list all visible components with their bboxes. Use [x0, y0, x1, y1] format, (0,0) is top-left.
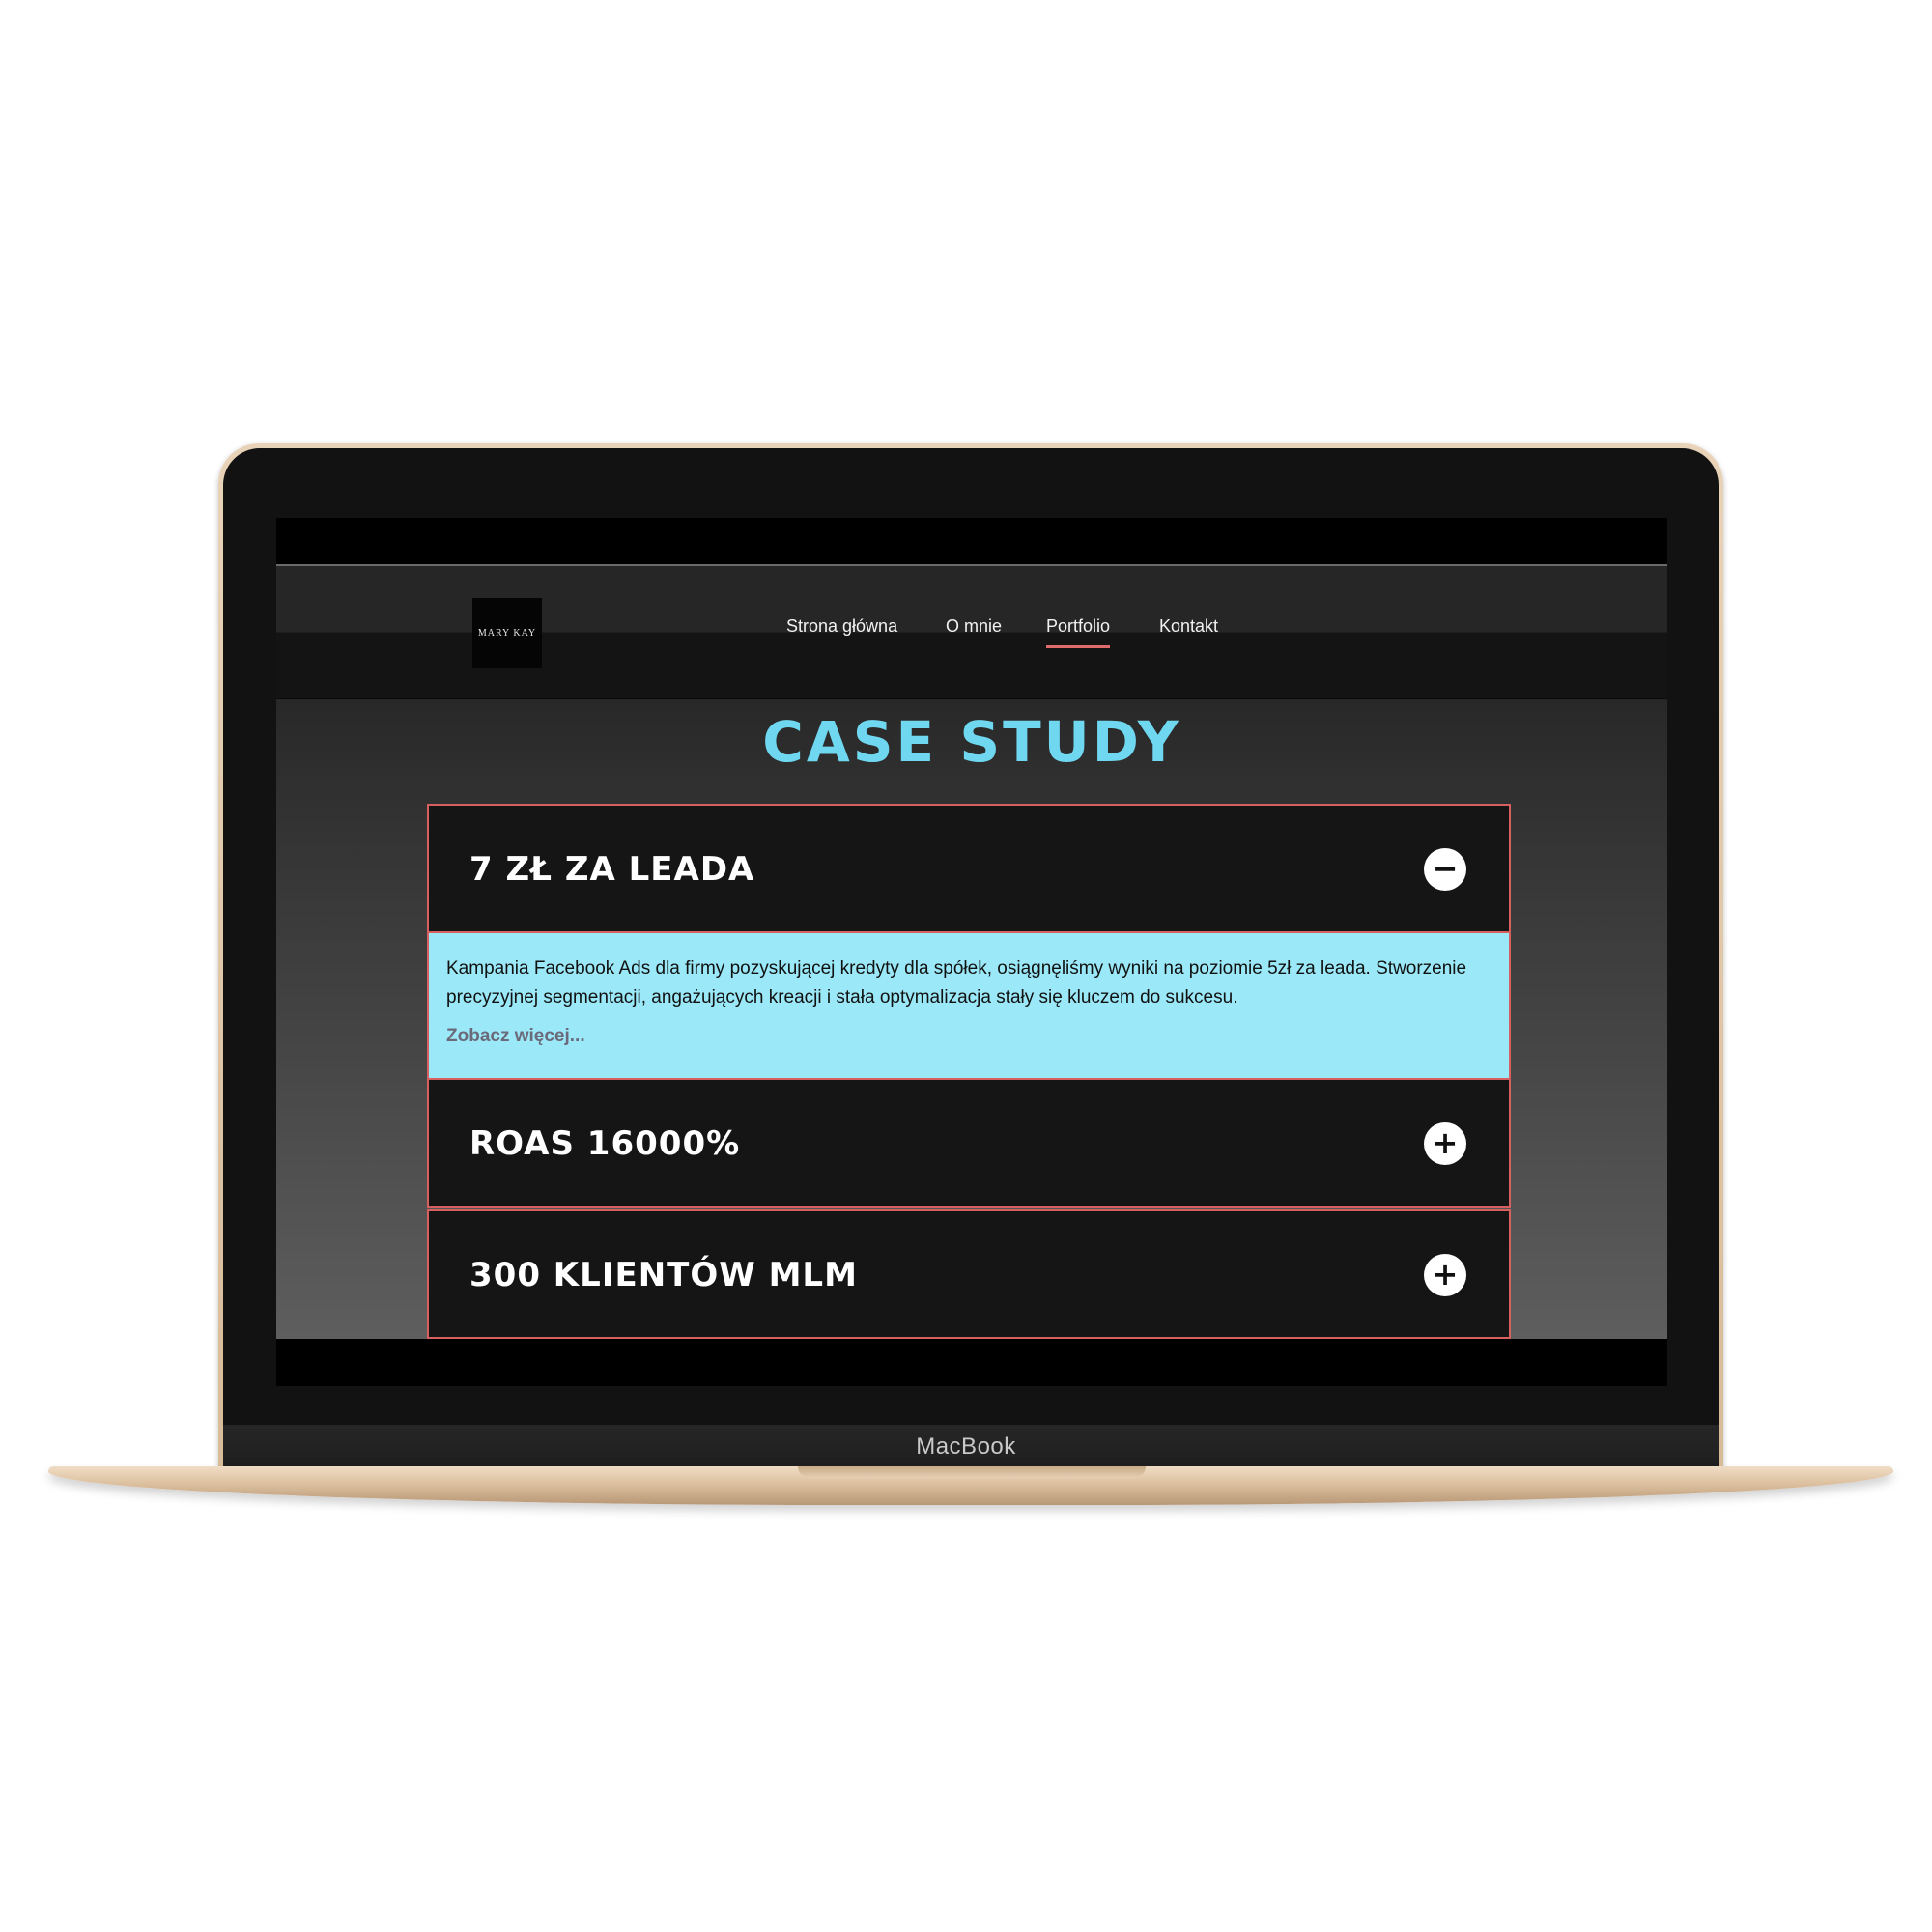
laptop-notch	[798, 1466, 1146, 1478]
mockup-stage: MacBook MARY KAY Strona główna O mnie Po…	[0, 0, 1932, 1932]
nav-item-contact[interactable]: Kontakt	[1159, 616, 1218, 637]
nav-item-home[interactable]: Strona główna	[786, 616, 897, 637]
accordion-title: 300 KLIENTÓW MLM	[469, 1256, 858, 1294]
page-title: CASE STUDY	[762, 709, 1181, 775]
accordion-body-leads: Kampania Facebook Ads dla firmy pozyskuj…	[427, 933, 1511, 1078]
nav-item-portfolio[interactable]: Portfolio	[1046, 616, 1111, 648]
accordion-header-roas[interactable]: ROAS 16000% +	[427, 1078, 1511, 1208]
accordion-title: ROAS 16000%	[469, 1124, 741, 1163]
accordion-title: 7 ZŁ ZA LEADA	[469, 850, 755, 889]
expand-icon[interactable]: +	[1424, 1122, 1466, 1165]
expand-icon[interactable]: +	[1424, 1254, 1466, 1296]
laptop-screen: MARY KAY Strona główna O mnie Portfolio …	[276, 518, 1667, 1386]
main-nav: Strona główna O mnie Portfolio Kontakt	[276, 616, 1667, 648]
case-study-accordion: 7 ZŁ ZA LEADA − Kampania Facebook Ads dl…	[427, 804, 1511, 1339]
see-more-link[interactable]: Zobacz więcej...	[446, 1026, 1492, 1047]
accordion-body-text: Kampania Facebook Ads dla firmy pozyskuj…	[446, 958, 1467, 1008]
accordion-header-leads[interactable]: 7 ZŁ ZA LEADA −	[427, 804, 1511, 933]
collapse-icon[interactable]: −	[1424, 848, 1466, 891]
site-header: MARY KAY Strona główna O mnie Portfolio …	[276, 564, 1667, 699]
website: MARY KAY Strona główna O mnie Portfolio …	[276, 564, 1667, 1339]
nav-item-about[interactable]: O mnie	[946, 616, 1002, 637]
accordion-header-mlm[interactable]: 300 KLIENTÓW MLM +	[427, 1209, 1511, 1339]
device-label: MacBook	[916, 1434, 1016, 1460]
